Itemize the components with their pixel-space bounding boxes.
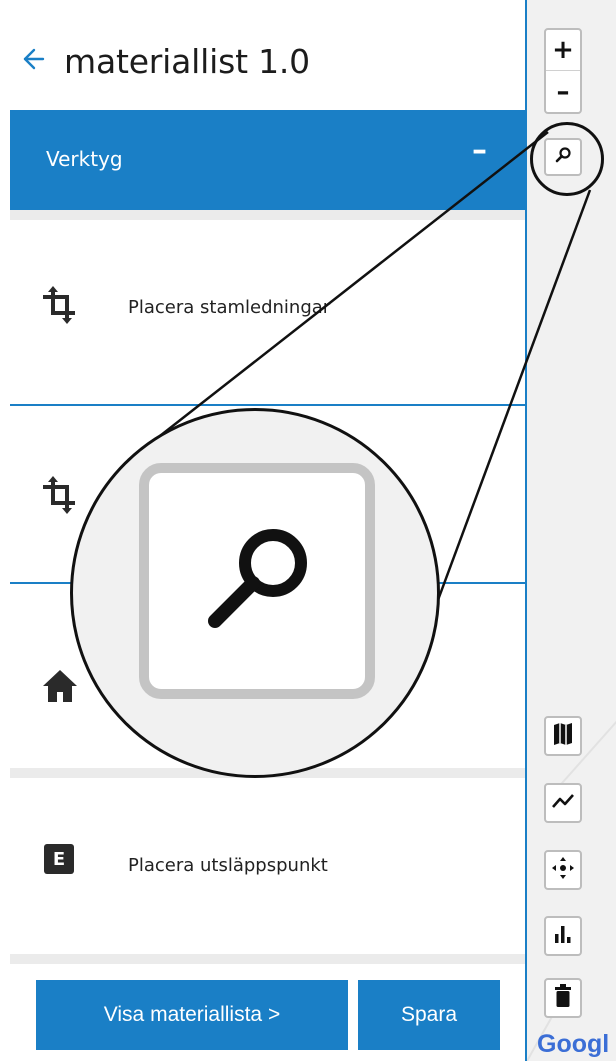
map-icon	[552, 722, 574, 750]
tool-item-label: Placera utsläppspunkt	[128, 855, 328, 876]
delete-button[interactable]	[544, 978, 582, 1018]
collapse-icon[interactable]: –	[472, 136, 487, 166]
search-icon	[208, 529, 307, 628]
zoom-control: + –	[544, 28, 582, 114]
move-icon	[551, 856, 575, 884]
map-layers-button[interactable]	[544, 716, 582, 756]
bar-chart-icon	[553, 924, 573, 948]
footer-actions: Visa materiallista > Spara	[0, 980, 525, 1061]
tool-item-place-outlet-point[interactable]: E Placera utsläppspunkt	[0, 778, 515, 954]
tools-section-label: Verktyg	[46, 147, 123, 171]
line-chart-icon	[551, 791, 575, 815]
tool-item-place-trunk-lines[interactable]: Placera stamledningar	[0, 220, 515, 404]
show-material-list-button[interactable]: Visa materiallista >	[36, 980, 348, 1050]
trash-icon	[554, 984, 572, 1012]
tool-item-label: Placera stamledningar	[128, 297, 331, 318]
tools-section-header[interactable]: Verktyg –	[10, 110, 525, 210]
crop-rotate-icon	[40, 476, 80, 516]
magnified-search-button	[139, 463, 375, 699]
back-arrow-icon[interactable]	[16, 44, 46, 74]
home-icon	[40, 666, 80, 706]
letter-e-icon: E	[44, 844, 74, 874]
zoom-out-button[interactable]: –	[546, 71, 580, 112]
header: materiallist 1.0	[0, 0, 525, 110]
magnifier-source-circle	[530, 122, 604, 196]
save-button[interactable]: Spara	[358, 980, 500, 1050]
divider	[10, 210, 525, 220]
google-logo: Googl	[537, 1030, 610, 1058]
statistics-button[interactable]	[544, 916, 582, 956]
crop-rotate-icon	[40, 286, 80, 326]
zoom-in-button[interactable]: +	[546, 30, 580, 71]
page-title: materiallist 1.0	[64, 42, 310, 81]
pan-button[interactable]	[544, 850, 582, 890]
magnifier-callout	[70, 408, 440, 778]
measure-line-button[interactable]	[544, 783, 582, 823]
divider	[10, 954, 525, 964]
